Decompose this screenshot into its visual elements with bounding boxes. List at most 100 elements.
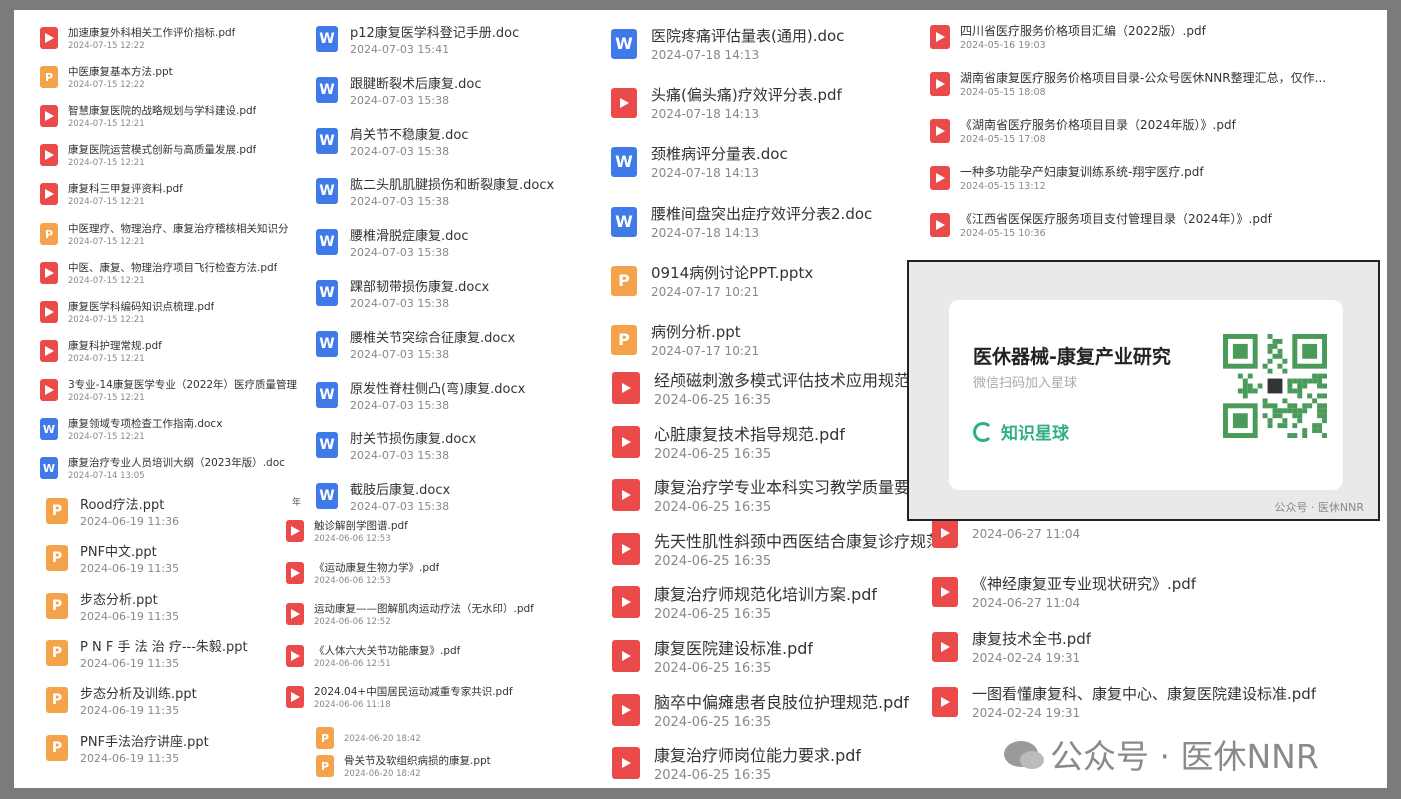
file-item[interactable]: 《江西省医保医疗服务项目支付管理目录（2024年）》.pdf 2024-05-15… <box>930 210 1375 239</box>
file-item[interactable]: 康复医院运营模式创新与高质量发展.pdf 2024-07-15 12:21 <box>40 142 305 168</box>
file-date: 2024-07-15 12:21 <box>68 432 145 442</box>
file-item[interactable]: 《神经康复亚专业现状研究》.pdf 2024-06-27 11:04 <box>932 573 1377 610</box>
file-date: 2024-07-15 12:21 <box>68 354 145 364</box>
pdf-file-icon <box>286 562 304 584</box>
file-item[interactable]: 康复治疗师岗位能力要求.pdf 2024-06-25 16:35 <box>612 742 932 783</box>
file-item[interactable]: 《运动康复生物力学》.pdf 2024-06-06 12:53 <box>286 560 586 586</box>
file-meta: p12康复医学科登记手册.doc 2024-07-03 15:41 <box>350 22 519 56</box>
file-name: 《人体六大关节功能康复》.pdf <box>314 645 461 657</box>
file-item[interactable]: W 原发性脊柱侧凸(弯)康复.docx 2024-07-03 15:38 <box>316 378 606 412</box>
file-item[interactable]: 2024-06-27 11:04 <box>932 518 1377 548</box>
file-date: 2024-07-15 12:22 <box>68 41 145 51</box>
file-item[interactable]: 运动康复——图解肌肉运动疗法（无水印）.pdf 2024-06-06 12:52 <box>286 601 586 627</box>
file-item[interactable]: W 腰椎滑脱症康复.doc 2024-07-03 15:38 <box>316 225 606 259</box>
file-item[interactable]: W 踝部韧带损伤康复.docx 2024-07-03 15:38 <box>316 276 606 310</box>
file-item[interactable]: W 截肢后康复.docx 2024-07-03 15:38 <box>316 479 606 513</box>
file-meta: Rood疗法.ppt 2024-06-19 11:36 <box>80 494 179 528</box>
file-item[interactable]: P PNF中文.ppt 2024-06-19 11:35 <box>46 541 286 575</box>
file-item[interactable]: W 康复治疗专业人员培训大纲（2023年版）.doc 2024-07-14 13:0… <box>40 455 305 481</box>
file-name: 《湖南省医疗服务价格项目目录（2024年版）》.pdf <box>960 118 1236 132</box>
file-item[interactable]: 触诊解剖学图谱.pdf 2024-06-06 12:53 <box>286 518 586 544</box>
file-item[interactable]: 《人体六大关节功能康复》.pdf 2024-06-06 12:51 <box>286 643 586 669</box>
file-item[interactable]: 加速康复外科相关工作评价指标.pdf 2024-07-15 12:22 <box>40 25 305 51</box>
file-item[interactable]: 2024.04+中国居民运动减重专家共识.pdf 2024-06-06 11:18 <box>286 684 586 710</box>
ppt-file-icon: P <box>40 223 58 245</box>
file-item[interactable]: 先天性肌性斜颈中西医结合康复诊疗规范 2024-06-25 16:35 <box>612 528 932 569</box>
file-meta: 中医、康复、物理治疗项目飞行检查方法.pdf 2024-07-15 12:21 <box>68 260 277 286</box>
file-item[interactable]: P 中医康复基本方法.ppt 2024-07-15 12:22 <box>40 64 305 90</box>
file-name: 跟腱断裂术后康复.doc <box>350 77 482 92</box>
file-name: PNF中文.ppt <box>80 545 157 560</box>
file-item[interactable]: W 颈椎病评分量表.doc 2024-07-18 14:13 <box>611 143 911 180</box>
file-item[interactable]: P 步态分析.ppt 2024-06-19 11:35 <box>46 589 286 623</box>
file-item[interactable]: P 0914病例讨论PPT.pptx 2024-07-17 10:21 <box>611 262 911 299</box>
file-meta: 腰椎滑脱症康复.doc 2024-07-03 15:38 <box>350 225 469 259</box>
file-item[interactable]: W 腰椎关节突综合征康复.docx 2024-07-03 15:38 <box>316 327 606 361</box>
file-meta: 步态分析及训练.ppt 2024-06-19 11:35 <box>80 683 197 717</box>
file-item[interactable]: P 病例分析.ppt 2024-07-17 10:21 <box>611 321 911 358</box>
file-item[interactable]: 康复治疗师规范化培训方案.pdf 2024-06-25 16:35 <box>612 581 932 622</box>
file-meta: PNF手法治疗讲座.ppt 2024-06-19 11:35 <box>80 731 209 765</box>
file-name: 康复治疗师岗位能力要求.pdf <box>654 746 862 765</box>
file-item[interactable]: 头痛(偏头痛)疗效评分表.pdf 2024-07-18 14:13 <box>611 84 911 121</box>
file-item[interactable]: P Rood疗法.ppt 2024-06-19 11:36 <box>46 494 286 528</box>
file-item[interactable]: P 步态分析及训练.ppt 2024-06-19 11:35 <box>46 683 286 717</box>
file-item[interactable]: 康复医学科编码知识点梳理.pdf 2024-07-15 12:21 <box>40 299 305 325</box>
file-item[interactable]: W 医院疼痛评估量表(通用).doc 2024-07-18 14:13 <box>611 25 911 62</box>
file-item[interactable]: P 2024-06-20 18:42 <box>316 727 596 749</box>
file-item[interactable]: W 跟腱断裂术后康复.doc 2024-07-03 15:38 <box>316 73 606 107</box>
file-item[interactable]: 一图看懂康复科、康复中心、康复医院建设标准.pdf 2024-02-24 19:3… <box>932 683 1377 720</box>
file-item[interactable]: P P N F 手 法 治 疗---朱毅.ppt 2024-06-19 11:35 <box>46 636 286 670</box>
file-date: 2024-06-06 12:52 <box>314 617 391 627</box>
file-item[interactable]: 中医、康复、物理治疗项目飞行检查方法.pdf 2024-07-15 12:21 <box>40 260 305 286</box>
file-meta: 康复科护理常规.pdf 2024-07-15 12:21 <box>68 338 162 364</box>
file-item[interactable]: 脑卒中偏瘫患者良肢位护理规范.pdf 2024-06-25 16:35 <box>612 689 932 730</box>
file-item[interactable]: P 骨关节及软组织病损的康复.ppt 2024-06-20 18:42 <box>316 753 596 779</box>
file-name: 骨关节及软组织病损的康复.ppt <box>344 755 491 767</box>
file-item[interactable]: W 腰椎间盘突出症疗效评分表2.doc 2024-07-18 14:13 <box>611 203 911 240</box>
file-name: 腰椎滑脱症康复.doc <box>350 229 469 244</box>
qr-code-icon[interactable] <box>1223 334 1327 438</box>
doc-file-icon: W <box>611 146 637 177</box>
pdf-file-icon <box>612 371 640 404</box>
doc-file-icon: W <box>316 280 338 306</box>
file-item[interactable]: P PNF手法治疗讲座.ppt 2024-06-19 11:35 <box>46 731 286 765</box>
doc-file-icon: W <box>316 331 338 357</box>
pdf-file-icon <box>40 183 58 205</box>
file-item[interactable]: 3专业-14康复医学专业（2022年）医疗质量管理 2024-07-15 12:2… <box>40 377 305 403</box>
file-meta: 医院疼痛评估量表(通用).doc 2024-07-18 14:13 <box>651 25 844 62</box>
file-meta: 病例分析.ppt 2024-07-17 10:21 <box>651 321 759 358</box>
doc-file-icon: W <box>40 418 58 440</box>
file-item[interactable]: 康复医院建设标准.pdf 2024-06-25 16:35 <box>612 635 932 676</box>
file-date: 2024-07-03 15:38 <box>350 145 450 158</box>
file-item[interactable]: 四川省医疗服务价格项目汇编（2022版）.pdf 2024-05-16 19:03 <box>930 22 1375 51</box>
file-item[interactable]: P 中医理疗、物理治疗、康复治疗稽核相关知识分 2024-07-15 12:21 <box>40 221 305 247</box>
file-item[interactable]: W 康复领域专项检查工作指南.docx 2024-07-15 12:21 <box>40 416 305 442</box>
pdf-file-icon <box>611 87 637 118</box>
file-item[interactable]: Wp12康复医学科登记手册.doc 2024-07-03 15:41 <box>316 22 606 56</box>
file-item[interactable]: W 肱二头肌肌腱损伤和断裂康复.docx 2024-07-03 15:38 <box>316 174 606 208</box>
file-name: 肱二头肌肌腱损伤和断裂康复.docx <box>350 178 555 193</box>
file-name: 加速康复外科相关工作评价指标.pdf <box>68 27 236 39</box>
file-name: 肘关节损伤康复.docx <box>350 432 477 447</box>
file-item[interactable]: 一种多功能孕产妇康复训练系统-翔宇医疗.pdf 2024-05-15 13:12 <box>930 163 1375 192</box>
file-item[interactable]: 智慧康复医院的战略规划与学科建设.pdf 2024-07-15 12:21 <box>40 103 305 129</box>
file-meta: 康复技术全书.pdf 2024-02-24 19:31 <box>972 628 1091 665</box>
file-meta: 四川省医疗服务价格项目汇编（2022版）.pdf 2024-05-16 19:03 <box>960 22 1206 51</box>
file-date: 2024-06-25 16:35 <box>654 393 772 408</box>
file-item[interactable]: 康复治疗学专业本科实习教学质量要求 2024-06-25 16:35 <box>612 474 932 515</box>
file-meta: 2024.04+中国居民运动减重专家共识.pdf 2024-06-06 11:18 <box>314 684 513 710</box>
file-item[interactable]: 经颅磁刺激多模式评估技术应用规范.pdf 2024-06-25 16:35 <box>612 367 932 408</box>
file-name: 踝部韧带损伤康复.docx <box>350 280 490 295</box>
file-item[interactable]: W 肘关节损伤康复.docx 2024-07-03 15:38 <box>316 428 606 462</box>
file-item[interactable]: 康复科护理常规.pdf 2024-07-15 12:21 <box>40 338 305 364</box>
file-item[interactable]: 心脏康复技术指导规范.pdf 2024-06-25 16:35 <box>612 421 932 462</box>
file-item[interactable]: 湖南省康复医疗服务价格项目目录-公众号医休NNR整理汇总，仅作... 2024-0… <box>930 69 1375 98</box>
file-meta: 腰椎间盘突出症疗效评分表2.doc 2024-07-18 14:13 <box>651 203 872 240</box>
file-item[interactable]: W 肩关节不稳康复.doc 2024-07-03 15:38 <box>316 124 606 158</box>
file-item[interactable]: 康复技术全书.pdf 2024-02-24 19:31 <box>932 628 1377 665</box>
file-item[interactable]: 《湖南省医疗服务价格项目目录（2024年版）》.pdf 2024-05-15 17… <box>930 116 1375 145</box>
file-date: 2024-02-24 19:31 <box>972 706 1081 720</box>
file-meta: 脑卒中偏瘫患者良肢位护理规范.pdf 2024-06-25 16:35 <box>654 689 909 730</box>
file-item[interactable]: 康复科三甲复评资料.pdf 2024-07-15 12:21 <box>40 181 305 207</box>
